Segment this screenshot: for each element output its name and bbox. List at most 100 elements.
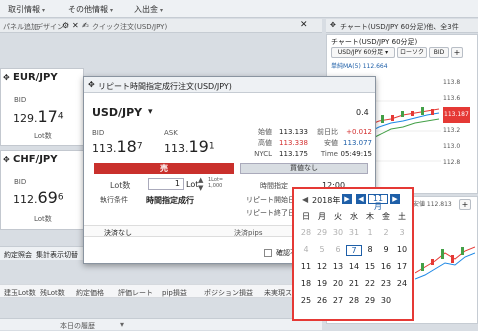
prev-year-icon[interactable]: ◀ (302, 195, 308, 204)
side-select[interactable]: BID (429, 47, 449, 58)
day-cell[interactable]: 14 (346, 262, 362, 271)
lot-stepper-icon[interactable]: ▲ ▼ (198, 176, 203, 192)
col-price[interactable]: 約定価格 (76, 288, 104, 298)
day-cell[interactable]: 12 (314, 262, 330, 271)
day-cell[interactable]: 24 (394, 279, 410, 288)
candle-select[interactable]: ローソク (397, 47, 427, 58)
lot-label: Lot数 (34, 132, 52, 140)
tab-summary[interactable]: 集計表示切替 (36, 250, 78, 260)
day-cell[interactable]: 11 (298, 262, 314, 271)
col-position-pl[interactable]: ポジション損益 (204, 288, 253, 298)
pin-icon[interactable]: ✍ (82, 21, 89, 30)
confirm-checkbox[interactable] (264, 249, 272, 257)
stats-row: 高値 113.338 安値 113.077 (258, 139, 372, 147)
pair-select[interactable]: USD/JPY 60分足 ▾ (331, 47, 395, 58)
price-axis: 113.8 113.6 113.187 113.2 113.0 112.8 (443, 79, 470, 166)
col-pips[interactable]: pip損益 (162, 288, 187, 298)
zoom-in-button[interactable]: + (451, 47, 463, 58)
day-cell[interactable]: 26 (314, 296, 330, 305)
day-cell[interactable]: 28 (346, 296, 362, 305)
day-cell[interactable]: 30 (378, 296, 394, 305)
close-icon[interactable]: ✕ (300, 20, 308, 30)
current-price-badge: 113.187 (443, 107, 470, 123)
day-cell[interactable]: 25 (298, 296, 314, 305)
rate-panel-eurjpy: ✥ EUR/JPY BID 129.174 Lot数 (0, 68, 84, 146)
move-icon[interactable]: ✥ (3, 73, 10, 82)
col-remaining[interactable]: 残Lot数 (40, 288, 65, 298)
gear-icon[interactable]: ⚙ (62, 21, 69, 30)
chevron-down-icon[interactable]: ▾ (120, 320, 124, 329)
low-label: 安値 112.813 (413, 201, 452, 208)
day-cell: 4 (303, 245, 309, 254)
menu-trade-info[interactable]: 取引情報 (8, 4, 45, 15)
dialog-titlebar: ✥ リピート時間指定成行注文(USD/JPY) (84, 77, 375, 93)
prev-month-icon[interactable]: ◀ (356, 194, 366, 204)
next-year-icon[interactable]: ▶ (342, 194, 352, 204)
order-pair: USD/JPY (92, 106, 143, 119)
day-cell[interactable] (394, 296, 410, 305)
day-cell: 28 (300, 228, 312, 237)
week-row-2: 4 5 6 7 8 9 10 (298, 245, 410, 256)
day-cell[interactable]: 13 (330, 262, 346, 271)
chart-title: チャート(USD/JPY 60分足) (331, 38, 418, 46)
next-month-icon[interactable]: ▶ (390, 194, 400, 204)
day-cell[interactable]: 19 (314, 279, 330, 288)
day-cell[interactable]: 29 (362, 296, 378, 305)
quick-order-title: クイック注文(USD/JPY) (92, 23, 168, 31)
day-cell[interactable]: 22 (362, 279, 378, 288)
day-cell-selected[interactable]: 7 (346, 245, 362, 256)
day-cell[interactable]: 8 (362, 245, 378, 256)
col-lots[interactable]: 建玉Lot数 (4, 288, 36, 298)
day-cell[interactable]: 21 (346, 279, 362, 288)
day-cell[interactable]: 23 (378, 279, 394, 288)
lot-note: 1Lot= 1,000 (208, 177, 224, 189)
move-icon[interactable]: ✥ (3, 155, 10, 164)
col-rate[interactable]: 評価レート (118, 288, 153, 298)
bid-label: BID (14, 178, 27, 186)
lot-label: Lot数 (34, 215, 52, 223)
design-link[interactable]: デザイン (36, 22, 64, 32)
ask-rate[interactable]: 113.191 (164, 137, 215, 156)
footer-bar: 本日の履歴 ▾ (0, 318, 322, 330)
condition-value: 時間指定成行 (146, 196, 194, 205)
bid-rate[interactable]: 112.696 (13, 188, 64, 207)
day-cell[interactable]: 16 (378, 262, 394, 271)
day-cell[interactable]: 10 (394, 245, 410, 256)
zoom-in-button[interactable]: + (459, 199, 471, 210)
stats-table: 始値 113.133 前日比 +0.012 高値 113.338 安値 113.… (244, 127, 374, 160)
chevron-down-icon[interactable]: ▾ (148, 107, 153, 117)
bid-rate[interactable]: 129.174 (13, 107, 64, 126)
day-cell: 30 (332, 228, 344, 237)
menu-other-info[interactable]: その他情報 (68, 4, 113, 15)
sell-button[interactable]: 売 (94, 163, 234, 174)
calendar-month[interactable]: 11月 (368, 194, 388, 211)
tab-execution[interactable]: 約定照会 (4, 250, 32, 260)
buy-button[interactable]: 買値なし (240, 163, 368, 174)
day-cell[interactable]: 18 (298, 279, 314, 288)
repeat-start-label: リピート開始日 (246, 196, 295, 204)
left-header: パネル追加 デザイン ⚙ ✕ ✍ クイック注文(USD/JPY) (0, 19, 322, 33)
day-cell[interactable]: 27 (330, 296, 346, 305)
move-icon[interactable]: ✥ (330, 21, 336, 29)
day-cell: 1 (367, 228, 373, 237)
repeat-end-label: リピート終了日 (246, 209, 295, 217)
menu-bar: 取引情報 その他情報 入出金 (0, 0, 478, 18)
pair-label: CHF/JPY (13, 154, 58, 165)
lot-input[interactable]: 1 (148, 178, 184, 190)
dialog-title: リピート時間指定成行注文(USD/JPY) (98, 82, 232, 91)
day-cell: 31 (348, 228, 360, 237)
stats-row: 始値 113.133 前日比 +0.012 (258, 128, 372, 136)
move-icon[interactable]: ✥ (88, 80, 95, 89)
day-cell[interactable]: 17 (394, 262, 410, 271)
day-cell[interactable]: 9 (378, 245, 394, 256)
add-panel-link[interactable]: パネル追加 (3, 22, 38, 32)
day-cell[interactable]: 15 (362, 262, 378, 271)
close-icon[interactable]: ✕ (72, 21, 79, 30)
menu-deposit[interactable]: 入出金 (134, 4, 163, 15)
bid-rate[interactable]: 113.187 (92, 137, 143, 156)
day-cell[interactable]: 20 (330, 279, 346, 288)
right-panel-title: チャート(USD/JPY 60分足)他、全3件 (340, 23, 459, 31)
lot-unit: Lot (186, 180, 199, 189)
settle-label[interactable]: 決済なし (104, 228, 132, 238)
week-row-1: 28 29 30 31 1 2 3 (298, 228, 410, 237)
